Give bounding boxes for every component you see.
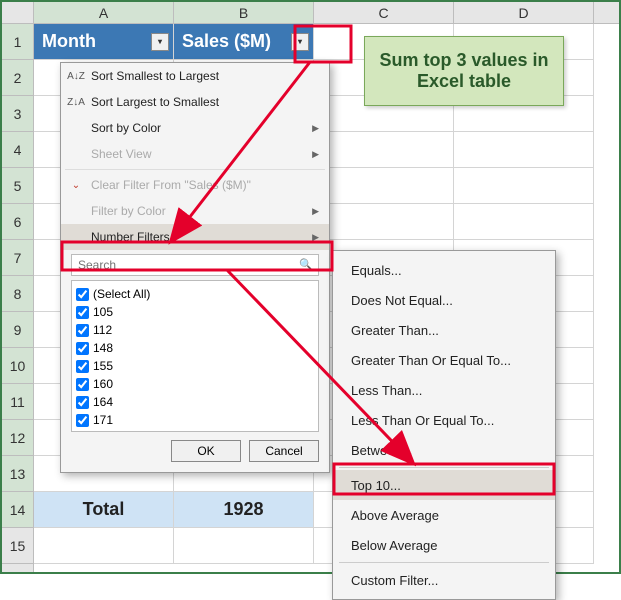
annotation-callout: Sum top 3 values in Excel table [364,36,564,106]
row-headers: 1 2 3 4 5 6 7 8 9 10 11 12 13 14 15 [2,24,34,572]
submenu-equals[interactable]: Equals... [333,255,555,285]
total-label-cell[interactable]: Total [34,492,174,528]
cancel-button[interactable]: Cancel [249,440,319,462]
chevron-right-icon: ▶ [312,149,319,160]
filter-by-color: Filter by Color ▶ [61,198,329,224]
row-header-11[interactable]: 11 [2,384,33,420]
row-header-14[interactable]: 14 [2,492,33,528]
header-label-sales: Sales ($M) [182,31,271,52]
col-header-a[interactable]: A [34,2,174,23]
row-header-15[interactable]: 15 [2,528,33,564]
sort-descending[interactable]: Z↓A Sort Largest to Smallest [61,89,329,115]
submenu-between[interactable]: Between... [333,435,555,465]
filter-item[interactable]: 155 [76,357,314,375]
filter-item[interactable]: 148 [76,339,314,357]
clear-filter: ⌄ Clear Filter From "Sales ($M)" [61,172,329,198]
row-header-4[interactable]: 4 [2,132,33,168]
row-header-9[interactable]: 9 [2,312,33,348]
header-label-month: Month [42,31,96,52]
number-filters[interactable]: Number Filters ▶ [61,224,329,250]
filter-item[interactable]: 160 [76,375,314,393]
select-all-corner[interactable] [2,2,34,23]
filter-item[interactable]: 112 [76,321,314,339]
sort-ascending[interactable]: A↓Z Sort Smallest to Largest [61,63,329,89]
filter-search-input[interactable] [71,254,319,276]
filter-item[interactable]: 164 [76,393,314,411]
row-header-6[interactable]: 6 [2,204,33,240]
submenu-above-average[interactable]: Above Average [333,500,555,530]
row-header-1[interactable]: 1 [2,24,33,60]
table-header-month[interactable]: Month ▾ [34,24,174,60]
col-header-b[interactable]: B [174,2,314,23]
submenu-below-average[interactable]: Below Average [333,530,555,560]
ok-button[interactable]: OK [171,440,241,462]
col-header-d[interactable]: D [454,2,594,23]
submenu-less-than[interactable]: Less Than... [333,375,555,405]
submenu-custom-filter[interactable]: Custom Filter... [333,565,555,595]
filter-button-month[interactable]: ▾ [151,33,169,51]
submenu-greater-than[interactable]: Greater Than... [333,315,555,345]
row-header-10[interactable]: 10 [2,348,33,384]
row-header-8[interactable]: 8 [2,276,33,312]
row-header-7[interactable]: 7 [2,240,33,276]
row-header-5[interactable]: 5 [2,168,33,204]
filter-button-sales[interactable]: ▾ [291,33,309,51]
total-value-cell[interactable]: 1928 [174,492,314,528]
filter-item[interactable]: 105 [76,303,314,321]
submenu-greater-than-or-equal[interactable]: Greater Than Or Equal To... [333,345,555,375]
submenu-top-10[interactable]: Top 10... [333,470,555,500]
table-header-sales[interactable]: Sales ($M) ▾ [174,24,314,60]
filter-search[interactable]: 🔍 [71,254,319,276]
chevron-right-icon: ▶ [312,206,319,217]
submenu-does-not-equal[interactable]: Does Not Equal... [333,285,555,315]
column-headers: A B C D [2,2,619,24]
filter-item-select-all[interactable]: (Select All) [76,285,314,303]
filter-dropdown-panel: A↓Z Sort Smallest to Largest Z↓A Sort La… [60,62,330,473]
number-filters-submenu: Equals... Does Not Equal... Greater Than… [332,250,556,600]
sheet-view: Sheet View ▶ [61,141,329,167]
sort-desc-icon: Z↓A [67,97,85,108]
submenu-less-than-or-equal[interactable]: Less Than Or Equal To... [333,405,555,435]
row-header-3[interactable]: 3 [2,96,33,132]
sort-by-color[interactable]: Sort by Color ▶ [61,115,329,141]
search-icon: 🔍 [299,258,313,271]
col-header-c[interactable]: C [314,2,454,23]
chevron-right-icon: ▶ [312,232,319,243]
clear-filter-icon: ⌄ [67,180,85,191]
row-header-2[interactable]: 2 [2,60,33,96]
row-header-13[interactable]: 13 [2,456,33,492]
filter-values-list[interactable]: (Select All) 105 112 148 155 160 164 171… [71,280,319,432]
chevron-right-icon: ▶ [312,123,319,134]
row-header-12[interactable]: 12 [2,420,33,456]
filter-item[interactable]: 171 [76,411,314,429]
sort-asc-icon: A↓Z [67,71,85,82]
